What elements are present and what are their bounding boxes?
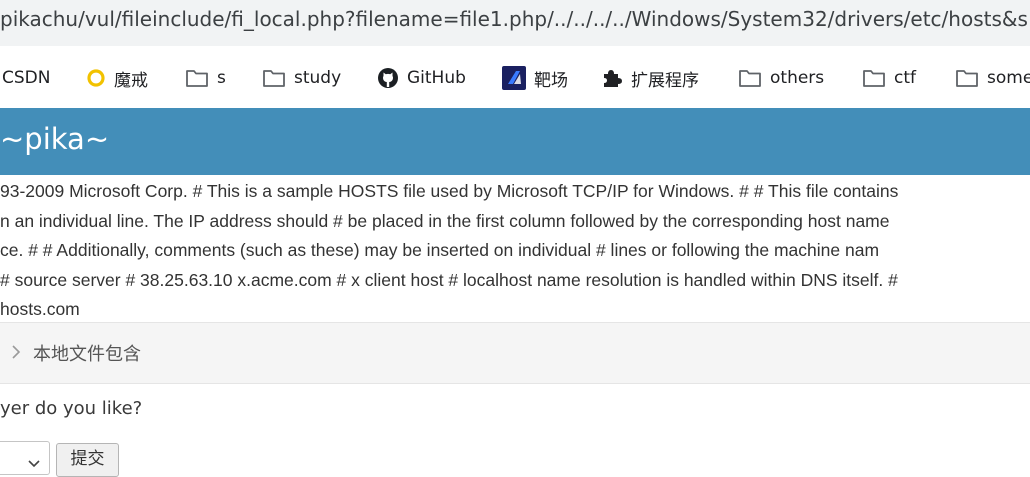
breadcrumb: 本地文件包含 bbox=[0, 322, 1030, 384]
chevron-right-icon bbox=[10, 343, 22, 365]
bookmark-s[interactable]: s bbox=[185, 65, 226, 91]
bookmark-label: others bbox=[770, 68, 825, 88]
bookmark-label: ctf bbox=[894, 68, 916, 88]
header-banner: ~pika~ bbox=[0, 108, 1030, 175]
bookmark-label: some bbox=[987, 68, 1030, 88]
folder-icon bbox=[738, 68, 762, 88]
form-question: yer do you like? bbox=[0, 398, 143, 419]
bookmark-label: study bbox=[294, 68, 342, 88]
breadcrumb-item[interactable]: 本地文件包含 bbox=[33, 340, 141, 366]
bookmark-study[interactable]: study bbox=[262, 65, 341, 91]
player-select[interactable] bbox=[0, 441, 50, 475]
ring-icon bbox=[86, 68, 106, 88]
bookmark-label: s bbox=[217, 68, 226, 88]
brand-title[interactable]: ~pika~ bbox=[0, 122, 109, 156]
bookmark-label: CSDN bbox=[2, 68, 51, 88]
submit-button[interactable]: 提交 bbox=[56, 443, 119, 477]
folder-icon bbox=[262, 68, 286, 88]
hosts-line: ce. # # Additionally, comments (such as … bbox=[0, 240, 880, 260]
hosts-line: n an individual line. The IP address sho… bbox=[0, 210, 890, 231]
bookmark-extensions[interactable]: 扩展程序 bbox=[601, 65, 699, 91]
bookmark-some[interactable]: some bbox=[955, 65, 1030, 91]
address-bar[interactable]: pikachu/vul/fileinclude/fi_local.php?fil… bbox=[0, 0, 1030, 46]
bookmark-github[interactable]: GitHub bbox=[377, 65, 466, 91]
folder-icon bbox=[862, 68, 886, 88]
puzzle-icon bbox=[601, 67, 623, 89]
hosts-line: hosts.com bbox=[0, 299, 80, 319]
bookmark-label: 靶场 bbox=[534, 70, 568, 91]
bookmark-bachang[interactable]: 靶场 bbox=[502, 65, 568, 91]
url-text[interactable]: pikachu/vul/fileinclude/fi_local.php?fil… bbox=[0, 7, 1028, 31]
bookmark-label: GitHub bbox=[407, 68, 466, 88]
bookmark-others[interactable]: others bbox=[738, 65, 824, 91]
bookmark-ctf[interactable]: ctf bbox=[862, 65, 916, 91]
target-logo-icon bbox=[502, 66, 526, 90]
bookmarks-bar: CSDN 魔戒 s study GitHub 靶场 扩展程序 others ct… bbox=[0, 46, 1030, 109]
bookmark-label: 扩展程序 bbox=[631, 70, 699, 91]
hosts-line: # source server # 38.25.63.10 x.acme.com… bbox=[0, 269, 898, 290]
bookmark-label: 魔戒 bbox=[114, 70, 148, 91]
bookmark-csdn[interactable]: CSDN bbox=[2, 65, 50, 91]
folder-icon bbox=[185, 68, 209, 88]
github-icon bbox=[377, 67, 399, 89]
hosts-line: 93-2009 Microsoft Corp. # This is a samp… bbox=[0, 181, 899, 201]
hosts-file-content: 93-2009 Microsoft Corp. # This is a samp… bbox=[0, 177, 1030, 325]
bookmark-mojie[interactable]: 魔戒 bbox=[86, 65, 148, 91]
folder-icon bbox=[955, 68, 979, 88]
